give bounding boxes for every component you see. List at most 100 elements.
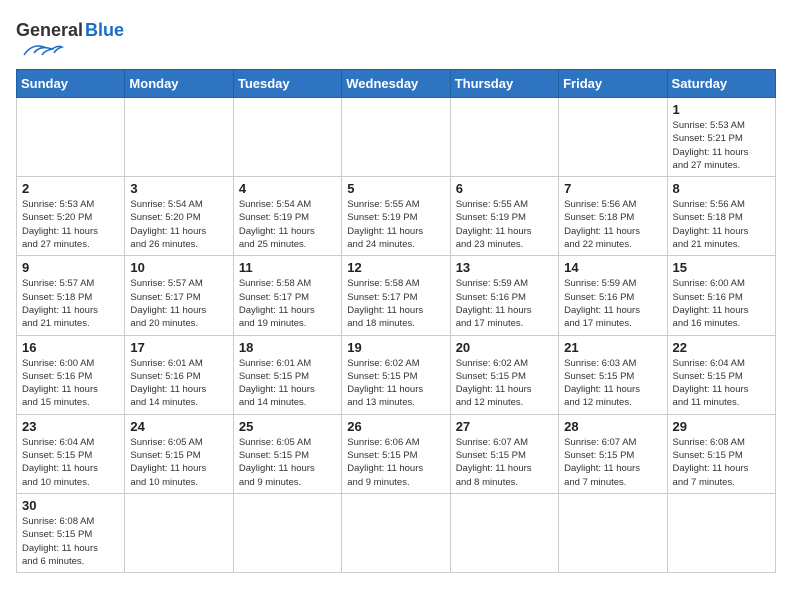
calendar-cell: 20 Sunrise: 6:02 AM Sunset: 5:15 PM Dayli… [450, 335, 558, 414]
day-number: 19 [347, 340, 444, 355]
day-number: 25 [239, 419, 336, 434]
calendar-cell: 7 Sunrise: 5:56 AM Sunset: 5:18 PM Daylig… [559, 177, 667, 256]
calendar-cell: 8Sunrise: 5:56 AM Sunset: 5:18 PM Daylig… [667, 177, 775, 256]
weekday-header-tuesday: Tuesday [233, 70, 341, 98]
day-number: 10 [130, 260, 227, 275]
week-row-4: 23 Sunrise: 6:04 AM Sunset: 5:15 PM Dayli… [17, 414, 776, 493]
day-info: Sunrise: 6:01 AM Sunset: 5:16 PM Dayligh… [130, 357, 227, 410]
calendar-cell: 27Sunrise: 6:07 AM Sunset: 5:15 PM Dayli… [450, 414, 558, 493]
weekday-header-wednesday: Wednesday [342, 70, 450, 98]
weekday-header-saturday: Saturday [667, 70, 775, 98]
day-info: Sunrise: 5:54 AM Sunset: 5:19 PM Dayligh… [239, 198, 336, 251]
calendar-cell: 21Sunrise: 6:03 AM Sunset: 5:15 PM Dayli… [559, 335, 667, 414]
day-number: 15 [673, 260, 770, 275]
weekday-header-thursday: Thursday [450, 70, 558, 98]
calendar-cell: 4 Sunrise: 5:54 AM Sunset: 5:19 PM Daylig… [233, 177, 341, 256]
weekday-header-sunday: Sunday [17, 70, 125, 98]
day-info: Sunrise: 6:06 AM Sunset: 5:15 PM Dayligh… [347, 436, 444, 489]
calendar-cell [667, 493, 775, 572]
day-info: Sunrise: 6:05 AM Sunset: 5:15 PM Dayligh… [130, 436, 227, 489]
week-row-5: 30 Sunrise: 6:08 AM Sunset: 5:15 PM Dayli… [17, 493, 776, 572]
day-info: Sunrise: 5:59 AM Sunset: 5:16 PM Dayligh… [456, 277, 553, 330]
day-info: Sunrise: 5:56 AM Sunset: 5:18 PM Dayligh… [673, 198, 770, 251]
logo-blue-text: Blue [85, 20, 124, 41]
day-info: Sunrise: 6:01 AM Sunset: 5:15 PM Dayligh… [239, 357, 336, 410]
header: General Blue [16, 16, 776, 59]
calendar-cell: 9Sunrise: 5:57 AM Sunset: 5:18 PM Daylig… [17, 256, 125, 335]
day-info: Sunrise: 6:05 AM Sunset: 5:15 PM Dayligh… [239, 436, 336, 489]
day-number: 20 [456, 340, 553, 355]
day-number: 29 [673, 419, 770, 434]
day-info: Sunrise: 6:07 AM Sunset: 5:15 PM Dayligh… [564, 436, 661, 489]
calendar-cell: 25 Sunrise: 6:05 AM Sunset: 5:15 PM Dayli… [233, 414, 341, 493]
calendar-cell: 28 Sunrise: 6:07 AM Sunset: 5:15 PM Dayli… [559, 414, 667, 493]
day-number: 16 [22, 340, 119, 355]
calendar-cell: 23 Sunrise: 6:04 AM Sunset: 5:15 PM Dayli… [17, 414, 125, 493]
week-row-3: 16 Sunrise: 6:00 AM Sunset: 5:16 PM Dayli… [17, 335, 776, 414]
calendar-cell: 10 Sunrise: 5:57 AM Sunset: 5:17 PM Dayli… [125, 256, 233, 335]
day-info: Sunrise: 5:55 AM Sunset: 5:19 PM Dayligh… [456, 198, 553, 251]
day-info: Sunrise: 5:56 AM Sunset: 5:18 PM Dayligh… [564, 198, 661, 251]
day-info: Sunrise: 6:08 AM Sunset: 5:15 PM Dayligh… [673, 436, 770, 489]
weekday-header-monday: Monday [125, 70, 233, 98]
calendar-cell: 26 Sunrise: 6:06 AM Sunset: 5:15 PM Dayli… [342, 414, 450, 493]
calendar-cell: 17 Sunrise: 6:01 AM Sunset: 5:16 PM Dayli… [125, 335, 233, 414]
day-info: Sunrise: 5:53 AM Sunset: 5:21 PM Dayligh… [673, 119, 770, 172]
week-row-0: 1 Sunrise: 5:53 AM Sunset: 5:21 PM Daylig… [17, 98, 776, 177]
day-info: Sunrise: 5:57 AM Sunset: 5:17 PM Dayligh… [130, 277, 227, 330]
calendar-cell [450, 493, 558, 572]
day-number: 3 [130, 181, 227, 196]
calendar-cell: 3 Sunrise: 5:54 AM Sunset: 5:20 PM Daylig… [125, 177, 233, 256]
day-number: 7 [564, 181, 661, 196]
day-number: 13 [456, 260, 553, 275]
day-info: Sunrise: 6:04 AM Sunset: 5:15 PM Dayligh… [22, 436, 119, 489]
calendar-cell [559, 493, 667, 572]
day-info: Sunrise: 6:08 AM Sunset: 5:15 PM Dayligh… [22, 515, 119, 568]
calendar-cell: 1 Sunrise: 5:53 AM Sunset: 5:21 PM Daylig… [667, 98, 775, 177]
day-number: 4 [239, 181, 336, 196]
day-number: 28 [564, 419, 661, 434]
calendar-cell: 22Sunrise: 6:04 AM Sunset: 5:15 PM Dayli… [667, 335, 775, 414]
day-number: 23 [22, 419, 119, 434]
calendar-body: 1 Sunrise: 5:53 AM Sunset: 5:21 PM Daylig… [17, 98, 776, 573]
day-info: Sunrise: 6:04 AM Sunset: 5:15 PM Dayligh… [673, 357, 770, 410]
day-number: 30 [22, 498, 119, 513]
day-number: 17 [130, 340, 227, 355]
calendar-cell: 29 Sunrise: 6:08 AM Sunset: 5:15 PM Dayli… [667, 414, 775, 493]
calendar-cell: 15Sunrise: 6:00 AM Sunset: 5:16 PM Dayli… [667, 256, 775, 335]
day-info: Sunrise: 5:59 AM Sunset: 5:16 PM Dayligh… [564, 277, 661, 330]
day-info: Sunrise: 6:00 AM Sunset: 5:16 PM Dayligh… [22, 357, 119, 410]
day-info: Sunrise: 5:55 AM Sunset: 5:19 PM Dayligh… [347, 198, 444, 251]
calendar-cell [342, 98, 450, 177]
day-number: 11 [239, 260, 336, 275]
calendar-cell [233, 493, 341, 572]
calendar-cell: 16 Sunrise: 6:00 AM Sunset: 5:16 PM Dayli… [17, 335, 125, 414]
weekday-header-friday: Friday [559, 70, 667, 98]
day-number: 6 [456, 181, 553, 196]
day-info: Sunrise: 6:07 AM Sunset: 5:15 PM Dayligh… [456, 436, 553, 489]
calendar-cell: 30 Sunrise: 6:08 AM Sunset: 5:15 PM Dayli… [17, 493, 125, 572]
day-number: 1 [673, 102, 770, 117]
day-number: 18 [239, 340, 336, 355]
calendar-cell [233, 98, 341, 177]
logo-bird-icon [16, 41, 64, 59]
calendar-cell [559, 98, 667, 177]
week-row-1: 2Sunrise: 5:53 AM Sunset: 5:20 PM Daylig… [17, 177, 776, 256]
calendar-cell: 2Sunrise: 5:53 AM Sunset: 5:20 PM Daylig… [17, 177, 125, 256]
calendar-cell: 18 Sunrise: 6:01 AM Sunset: 5:15 PM Dayli… [233, 335, 341, 414]
day-info: Sunrise: 5:54 AM Sunset: 5:20 PM Dayligh… [130, 198, 227, 251]
day-info: Sunrise: 6:03 AM Sunset: 5:15 PM Dayligh… [564, 357, 661, 410]
day-info: Sunrise: 6:02 AM Sunset: 5:15 PM Dayligh… [347, 357, 444, 410]
calendar-cell: 5Sunrise: 5:55 AM Sunset: 5:19 PM Daylig… [342, 177, 450, 256]
calendar-cell: 6 Sunrise: 5:55 AM Sunset: 5:19 PM Daylig… [450, 177, 558, 256]
logo-general-text: General [16, 20, 83, 41]
weekday-header-row: SundayMondayTuesdayWednesdayThursdayFrid… [17, 70, 776, 98]
day-number: 26 [347, 419, 444, 434]
calendar-cell [125, 98, 233, 177]
day-info: Sunrise: 5:58 AM Sunset: 5:17 PM Dayligh… [239, 277, 336, 330]
week-row-2: 9Sunrise: 5:57 AM Sunset: 5:18 PM Daylig… [17, 256, 776, 335]
day-info: Sunrise: 5:57 AM Sunset: 5:18 PM Dayligh… [22, 277, 119, 330]
day-number: 14 [564, 260, 661, 275]
day-info: Sunrise: 6:02 AM Sunset: 5:15 PM Dayligh… [456, 357, 553, 410]
calendar-cell: 24Sunrise: 6:05 AM Sunset: 5:15 PM Dayli… [125, 414, 233, 493]
